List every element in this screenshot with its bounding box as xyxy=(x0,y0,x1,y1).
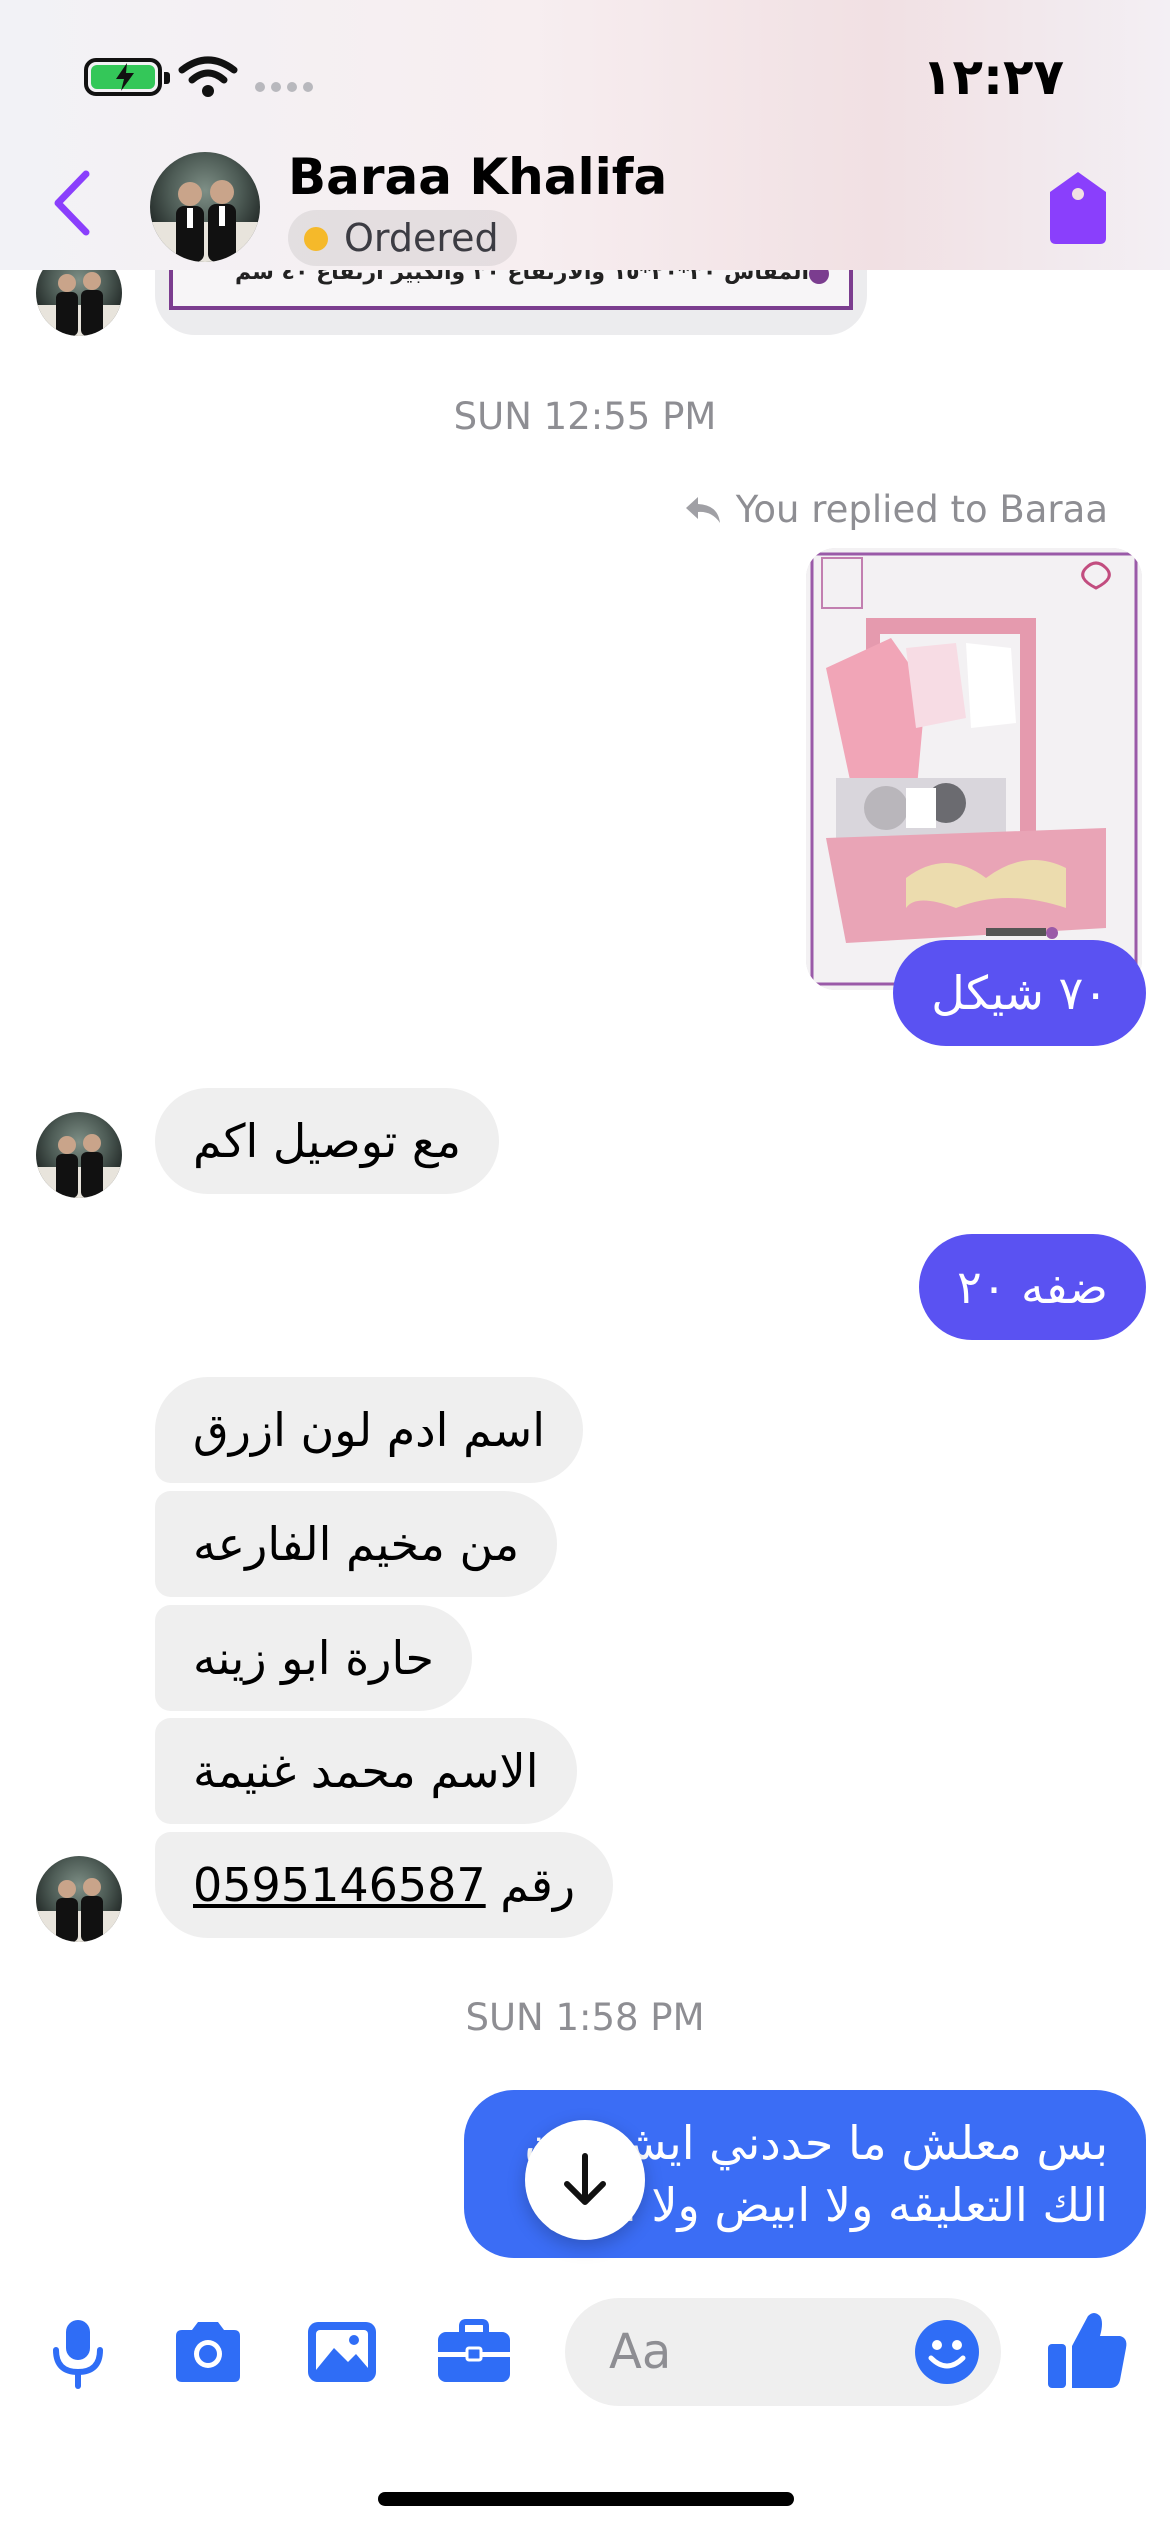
back-chevron-icon[interactable] xyxy=(50,168,94,238)
briefcase-icon[interactable] xyxy=(434,2312,514,2392)
timestamp: SUN 12:55 PM xyxy=(453,395,717,438)
message-bubble-incoming[interactable]: من مخيم الفارعه xyxy=(155,1491,558,1597)
order-status-badge[interactable]: Ordered xyxy=(288,210,517,266)
message-input[interactable]: Aa xyxy=(565,2298,1001,2406)
scroll-to-bottom-button[interactable] xyxy=(525,2120,645,2240)
product-image[interactable] xyxy=(806,548,1142,990)
phone-number-link[interactable]: 0595146587 xyxy=(193,1858,486,1912)
emoji-icon[interactable] xyxy=(913,2318,981,2386)
microphone-icon[interactable] xyxy=(38,2312,118,2392)
contact-name[interactable]: Baraa Khalifa xyxy=(288,148,667,206)
wifi-icon xyxy=(178,56,238,97)
message-bubble-incoming[interactable]: الاسم محمد غنيمة xyxy=(155,1718,577,1824)
message-input-placeholder: Aa xyxy=(609,2324,672,2380)
reply-arrow-icon xyxy=(685,496,720,523)
contact-avatar[interactable] xyxy=(150,152,260,262)
timestamp: SUN 1:58 PM xyxy=(465,1996,705,2039)
message-bubble-incoming[interactable]: مع توصيل اكم xyxy=(155,1088,500,1194)
message-bubble-incoming[interactable]: حارة ابو زينه xyxy=(155,1605,472,1711)
message-bubble-incoming[interactable]: 0595146587 رقم xyxy=(155,1832,614,1938)
message-bubble-outgoing[interactable]: ضفه ٢٠ xyxy=(918,1234,1146,1340)
label-tag-icon[interactable] xyxy=(1046,170,1110,246)
arrow-down-icon xyxy=(564,2153,606,2205)
message-bubble-outgoing[interactable]: ٧٠ شيكل xyxy=(893,940,1146,1046)
thumbs-up-icon[interactable] xyxy=(1044,2306,1130,2392)
gallery-icon[interactable] xyxy=(302,2312,382,2392)
reply-indicator: You replied to Baraa xyxy=(684,488,1108,531)
home-indicator xyxy=(378,2492,794,2506)
sender-avatar[interactable] xyxy=(36,1112,122,1198)
battery-icon xyxy=(84,58,170,96)
sender-avatar[interactable] xyxy=(36,1856,122,1942)
camera-icon[interactable] xyxy=(168,2312,248,2392)
message-bubble-incoming[interactable]: اسم ادم لون ازرق xyxy=(155,1377,584,1483)
order-status-label: Ordered xyxy=(344,216,499,260)
status-time: ١٢:٢٧ xyxy=(921,48,1064,106)
signal-icon xyxy=(255,82,313,92)
phone-prefix: رقم xyxy=(500,1858,576,1912)
status-dot-icon xyxy=(304,227,328,251)
replied-label: You replied to Baraa xyxy=(735,488,1108,531)
